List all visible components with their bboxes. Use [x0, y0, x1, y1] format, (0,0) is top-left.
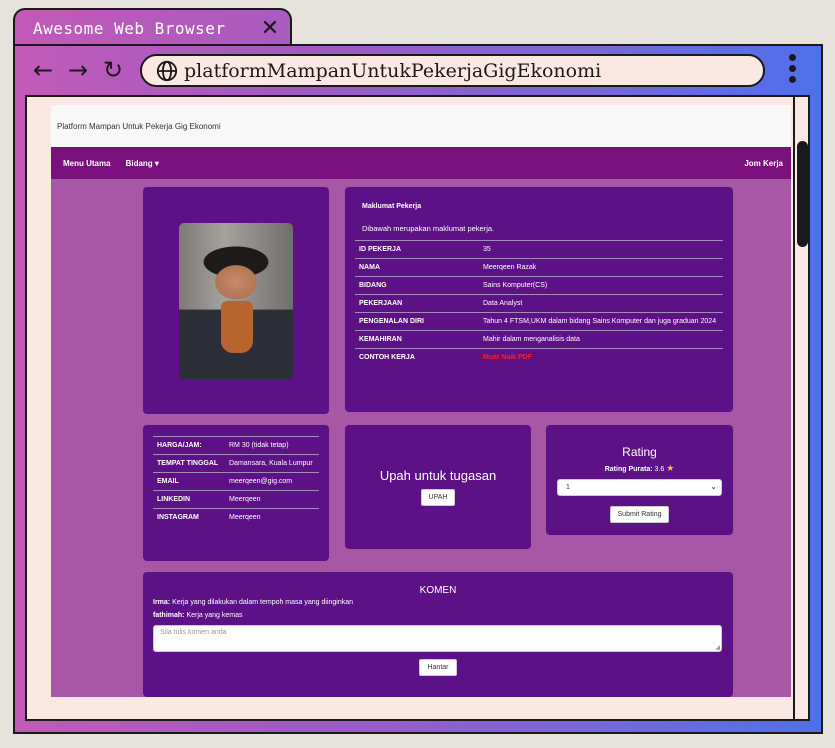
rating-title: Rating — [622, 445, 657, 459]
comment-title: KOMEN — [419, 585, 457, 596]
submit-rating-button[interactable]: Submit Rating — [609, 506, 670, 523]
nav-jom-kerja[interactable]: Jom Kerja — [744, 159, 783, 168]
info-description: Dibawah merupakan maklumat pekerja. — [362, 224, 495, 233]
table-row: PEKERJAAN Data Analyst — [355, 294, 723, 313]
comment-item: Irma: Kerja yang dilakukan dalam tempoh … — [153, 599, 354, 606]
rating-average: Rating Purata: 3.6 ★ — [604, 463, 675, 473]
web-page: Platform Mampan Untuk Pekerja Gig Ekonom… — [51, 105, 791, 697]
table-row: NAMA Meerqeen Razak — [355, 258, 723, 277]
nav-menu-utama[interactable]: Menu Utama — [63, 159, 111, 168]
comment-textarea[interactable]: Sila tulis komen anda ◢ — [153, 625, 722, 652]
kebab-menu-icon[interactable] — [789, 54, 797, 86]
contact-card: HARGA/JAM: RM 30 (tidak tetap) TEMPAT TIN… — [143, 425, 329, 561]
web-viewport: Platform Mampan Untuk Pekerja Gig Ekonom… — [25, 95, 795, 721]
tab-title: Awesome Web Browser — [33, 18, 226, 38]
forward-arrow-icon[interactable]: → — [64, 56, 92, 84]
hire-card: Upah untuk tugasan UPAH — [345, 425, 531, 549]
info-title: Maklumat Pekerja — [362, 203, 422, 210]
hire-button[interactable]: UPAH — [420, 489, 456, 506]
photo-card — [143, 187, 329, 414]
send-comment-button[interactable]: Hantar — [419, 659, 457, 676]
worker-info-card: Maklumat Pekerja Dibawah merupakan maklu… — [345, 187, 733, 412]
rating-card: Rating Rating Purata: 3.6 ★ 1 ⌄ Submit R… — [546, 425, 733, 535]
table-row: PENGENALAN DIRI Tahun 4 FTSM,UKM dalam bi… — [355, 312, 723, 331]
table-row: HARGA/JAM: RM 30 (tidak tetap) — [153, 436, 319, 455]
table-row: INSTAGRAM Meerqeen — [153, 508, 319, 526]
upload-pdf-link[interactable]: Muat Naik PDF — [483, 354, 532, 361]
comment-item: fathimah: Kerja yang kemas — [153, 612, 243, 619]
table-row: CONTOH KERJA Muat Naik PDF — [355, 348, 723, 366]
reload-icon[interactable]: ↻ — [99, 56, 127, 84]
nav-bidang-dropdown[interactable]: Bidang ▾ — [126, 159, 159, 168]
worker-info-table: ID PEKERJA 35 NAMA Meerqeen Razak BIDANG Sa… — [355, 240, 723, 366]
site-header: Platform Mampan Untuk Pekerja Gig Ekonom… — [51, 105, 791, 147]
table-row: LINKEDIN Meerqeen — [153, 490, 319, 509]
table-row: TEMPAT TINGGAL Damansara, Kuala Lumpur — [153, 454, 319, 473]
table-row: EMAIL meerqeen@gig.com — [153, 472, 319, 491]
back-arrow-icon[interactable]: ← — [29, 56, 57, 84]
table-row: ID PEKERJA 35 — [355, 240, 723, 259]
site-navbar: Menu Utama Bidang ▾ Jom Kerja — [51, 147, 791, 179]
profile-photo — [179, 223, 293, 379]
contact-table: HARGA/JAM: RM 30 (tidak tetap) TEMPAT TIN… — [153, 436, 319, 526]
table-row: BIDANG Sains Komputer(CS) — [355, 276, 723, 295]
browser-tab[interactable]: Awesome Web Browser ✕ — [13, 8, 292, 46]
scrollbar-thumb[interactable] — [797, 141, 808, 247]
hire-title: Upah untuk tugasan — [379, 468, 497, 483]
comment-card: KOMEN Irma: Kerja yang dilakukan dalam t… — [143, 572, 733, 697]
globe-icon — [156, 60, 178, 81]
url-text: platformMampanUntukPekerjaGigEkonomi — [184, 59, 602, 82]
site-title: Platform Mampan Untuk Pekerja Gig Ekonom… — [57, 121, 221, 131]
scrollbar[interactable] — [795, 95, 810, 721]
resize-handle-icon[interactable]: ◢ — [715, 644, 720, 651]
chevron-down-icon: ⌄ — [710, 482, 717, 491]
browser-toolbar: ← → ↻ platformMampanUntukPekerjaGigEkono… — [13, 48, 823, 92]
rating-select[interactable]: 1 ⌄ — [557, 479, 722, 496]
address-bar[interactable]: platformMampanUntukPekerjaGigEkonomi — [140, 54, 765, 87]
star-icon: ★ — [666, 463, 675, 473]
table-row: KEMAHIRAN Mahir dalam menganalisis data — [355, 330, 723, 349]
close-icon[interactable]: ✕ — [250, 17, 290, 39]
